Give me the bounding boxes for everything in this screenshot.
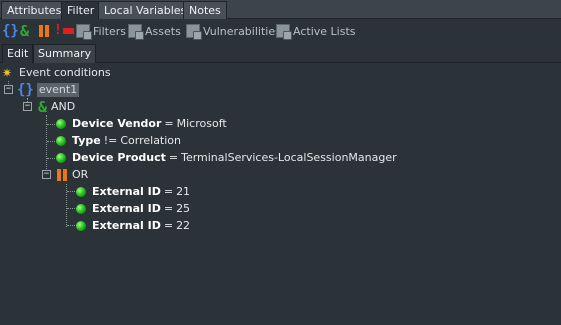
condition-value: TerminalServices-LocalSessionManager (181, 151, 397, 164)
filters-button[interactable]: Filters (76, 23, 126, 40)
tab-summary[interactable]: Summary (33, 44, 97, 63)
condition-operator: = (163, 185, 174, 198)
vulnerabilities-label: Vulnerabilities (203, 24, 281, 38)
condition-icon (56, 152, 66, 163)
and-icon: & (20, 22, 30, 40)
condition-icon (76, 220, 86, 231)
condition-operator: = (163, 219, 174, 232)
active-lists-button[interactable]: Active Lists (276, 23, 356, 40)
assets-button[interactable]: Assets (128, 23, 181, 40)
active-lists-doc-icon (276, 24, 292, 40)
braces-icon: {} (17, 81, 34, 98)
tab-attributes[interactable]: Attributes (1, 1, 68, 19)
assets-label: Assets (145, 24, 181, 38)
tab-notes[interactable]: Notes (183, 1, 227, 19)
tab-local-variables[interactable]: Local Variables (98, 1, 193, 19)
condition-operator: = (163, 202, 174, 215)
condition-value: 21 (176, 185, 191, 198)
condition-row[interactable]: Device Product = TerminalServices-LocalS… (56, 149, 397, 166)
condition-field: External ID (92, 219, 161, 232)
filter-doc-icon (76, 24, 92, 40)
condition-value: Microsoft (176, 117, 227, 130)
or-icon (57, 168, 67, 181)
vulnerabilities-button[interactable]: Vulnerabilities (186, 23, 281, 40)
condition-value: 22 (176, 219, 191, 232)
condition-icon (76, 203, 86, 214)
tree-node-event[interactable]: {} event1 (17, 81, 80, 98)
condition-row[interactable]: External ID = 25 (76, 200, 190, 217)
filters-label: Filters (93, 24, 126, 38)
condition-field: Type (72, 134, 101, 147)
condition-value: 25 (176, 202, 191, 215)
sub-tab-bar: Edit Summary (0, 43, 561, 63)
condition-operator: = (164, 117, 174, 130)
event-label: event1 (36, 82, 80, 97)
condition-field: External ID (92, 202, 161, 215)
tree-node-and[interactable]: & AND (38, 98, 75, 115)
condition-icon (56, 135, 66, 146)
tab-filter[interactable]: Filter (61, 1, 101, 20)
collapse-toggle[interactable]: − (23, 102, 32, 111)
add-event-button[interactable]: {} (2, 23, 19, 39)
condition-row[interactable]: Type != Correlation (56, 132, 181, 149)
condition-operator: = (168, 151, 179, 164)
and-label: AND (51, 100, 76, 113)
or-label: OR (72, 168, 89, 181)
filter-toolbar: {} & ! Filters Assets Vulnerabilities Ac… (0, 19, 561, 43)
condition-field: Device Product (72, 151, 166, 164)
assets-doc-icon (128, 24, 144, 40)
add-or-button[interactable] (39, 23, 49, 39)
condition-row[interactable]: External ID = 22 (76, 217, 190, 234)
condition-icon (56, 118, 66, 129)
tree-node-or[interactable]: OR (57, 166, 88, 183)
tree-root[interactable]: ✷ Event conditions (2, 64, 111, 81)
condition-icon (76, 186, 86, 197)
collapse-toggle[interactable]: − (42, 170, 51, 179)
not-icon: ! (54, 23, 62, 38)
condition-field: Device Vendor (72, 117, 162, 130)
root-label: Event conditions (19, 66, 111, 79)
top-tab-bar: Attributes Filter Local Variables Notes (0, 0, 561, 20)
active-lists-label: Active Lists (293, 24, 356, 38)
or-icon (39, 25, 49, 37)
condition-field: External ID (92, 185, 161, 198)
add-not-button[interactable]: ! (54, 23, 74, 39)
condition-value: Correlation (120, 134, 181, 147)
braces-icon: {} (2, 23, 19, 39)
sparkle-icon: ✷ (2, 65, 13, 80)
and-icon: & (38, 97, 48, 116)
condition-row[interactable]: External ID = 21 (76, 183, 190, 200)
condition-tree: ✷ Event conditions − {} event1 − & AND D… (0, 63, 561, 325)
condition-operator: != (103, 134, 118, 147)
not-bar-icon (62, 28, 74, 34)
vulnerabilities-doc-icon (186, 24, 202, 40)
tab-edit[interactable]: Edit (2, 44, 34, 63)
condition-row[interactable]: Device Vendor = Microsoft (56, 115, 227, 132)
collapse-toggle[interactable]: − (4, 85, 13, 94)
add-and-button[interactable]: & (20, 23, 29, 39)
